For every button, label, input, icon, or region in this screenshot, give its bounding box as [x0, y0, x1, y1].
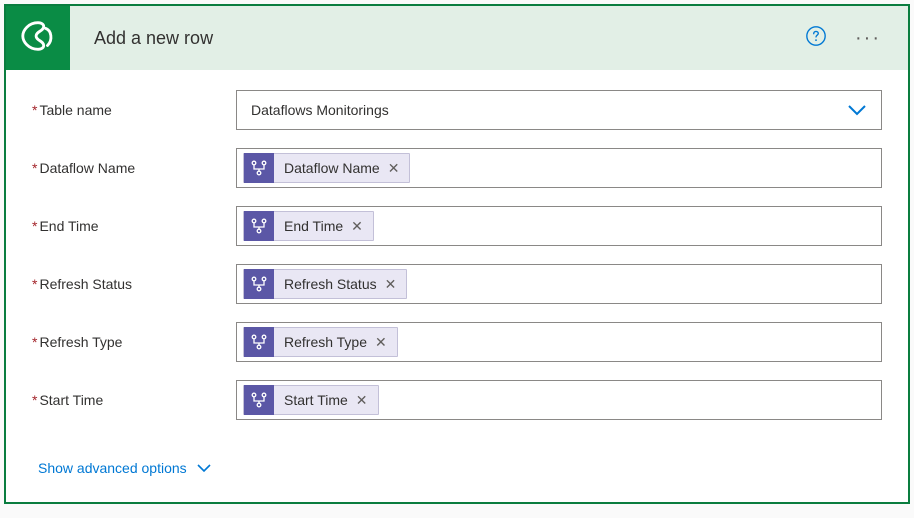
token-refresh-type[interactable]: Refresh Type ✕: [243, 327, 398, 357]
advanced-label: Show advanced options: [38, 460, 187, 476]
token-remove-button[interactable]: ✕: [373, 334, 389, 351]
card-title: Add a new row: [94, 28, 800, 49]
token-label: End Time: [274, 218, 349, 234]
show-advanced-options-button[interactable]: Show advanced options: [38, 460, 211, 476]
label-start-time: *Start Time: [32, 392, 236, 408]
field-row-refresh-status: *Refresh Status Refresh Status ✕: [32, 264, 882, 304]
token-remove-button[interactable]: ✕: [354, 392, 370, 409]
dropdown-table-name[interactable]: Dataflows Monitorings: [236, 90, 882, 130]
help-button[interactable]: [800, 22, 832, 54]
label-refresh-type: *Refresh Type: [32, 334, 236, 350]
token-remove-button[interactable]: ✕: [349, 218, 365, 235]
more-button[interactable]: ···: [848, 18, 888, 58]
token-label: Refresh Status: [274, 276, 383, 292]
chevron-down-icon: [847, 103, 867, 117]
input-refresh-status[interactable]: Refresh Status ✕: [236, 264, 882, 304]
token-label: Start Time: [274, 392, 354, 408]
field-row-start-time: *Start Time Start Time ✕: [32, 380, 882, 420]
input-refresh-type[interactable]: Refresh Type ✕: [236, 322, 882, 362]
field-row-end-time: *End Time End Time ✕: [32, 206, 882, 246]
chevron-down-icon: [197, 463, 211, 473]
dynamic-content-icon: [244, 327, 274, 357]
token-label: Refresh Type: [274, 334, 373, 350]
label-refresh-status: *Refresh Status: [32, 276, 236, 292]
label-table-name: *Table name: [32, 102, 236, 118]
connector-logo-tile: [6, 6, 70, 70]
dataverse-logo-icon: [19, 17, 57, 60]
token-end-time[interactable]: End Time ✕: [243, 211, 374, 241]
dynamic-content-icon: [244, 269, 274, 299]
field-row-table-name: *Table name Dataflows Monitorings: [32, 90, 882, 130]
token-refresh-status[interactable]: Refresh Status ✕: [243, 269, 407, 299]
dynamic-content-icon: [244, 211, 274, 241]
dynamic-content-icon: [244, 385, 274, 415]
card-body: *Table name Dataflows Monitorings *Dataf…: [6, 70, 908, 502]
input-end-time[interactable]: End Time ✕: [236, 206, 882, 246]
token-remove-button[interactable]: ✕: [386, 160, 402, 177]
action-card: Add a new row ··· *Table name Dataflows …: [4, 4, 910, 504]
field-row-refresh-type: *Refresh Type Refresh Type ✕: [32, 322, 882, 362]
input-start-time[interactable]: Start Time ✕: [236, 380, 882, 420]
token-label: Dataflow Name: [274, 160, 386, 176]
field-row-dataflow-name: *Dataflow Name Dataflow Name ✕: [32, 148, 882, 188]
label-dataflow-name: *Dataflow Name: [32, 160, 236, 176]
card-header: Add a new row ···: [6, 6, 908, 70]
dynamic-content-icon: [244, 153, 274, 183]
ellipsis-icon: ···: [855, 27, 881, 50]
dropdown-value: Dataflows Monitorings: [251, 102, 389, 118]
token-start-time[interactable]: Start Time ✕: [243, 385, 379, 415]
help-icon: [805, 25, 827, 52]
label-end-time: *End Time: [32, 218, 236, 234]
input-dataflow-name[interactable]: Dataflow Name ✕: [236, 148, 882, 188]
token-remove-button[interactable]: ✕: [383, 276, 399, 293]
token-dataflow-name[interactable]: Dataflow Name ✕: [243, 153, 410, 183]
